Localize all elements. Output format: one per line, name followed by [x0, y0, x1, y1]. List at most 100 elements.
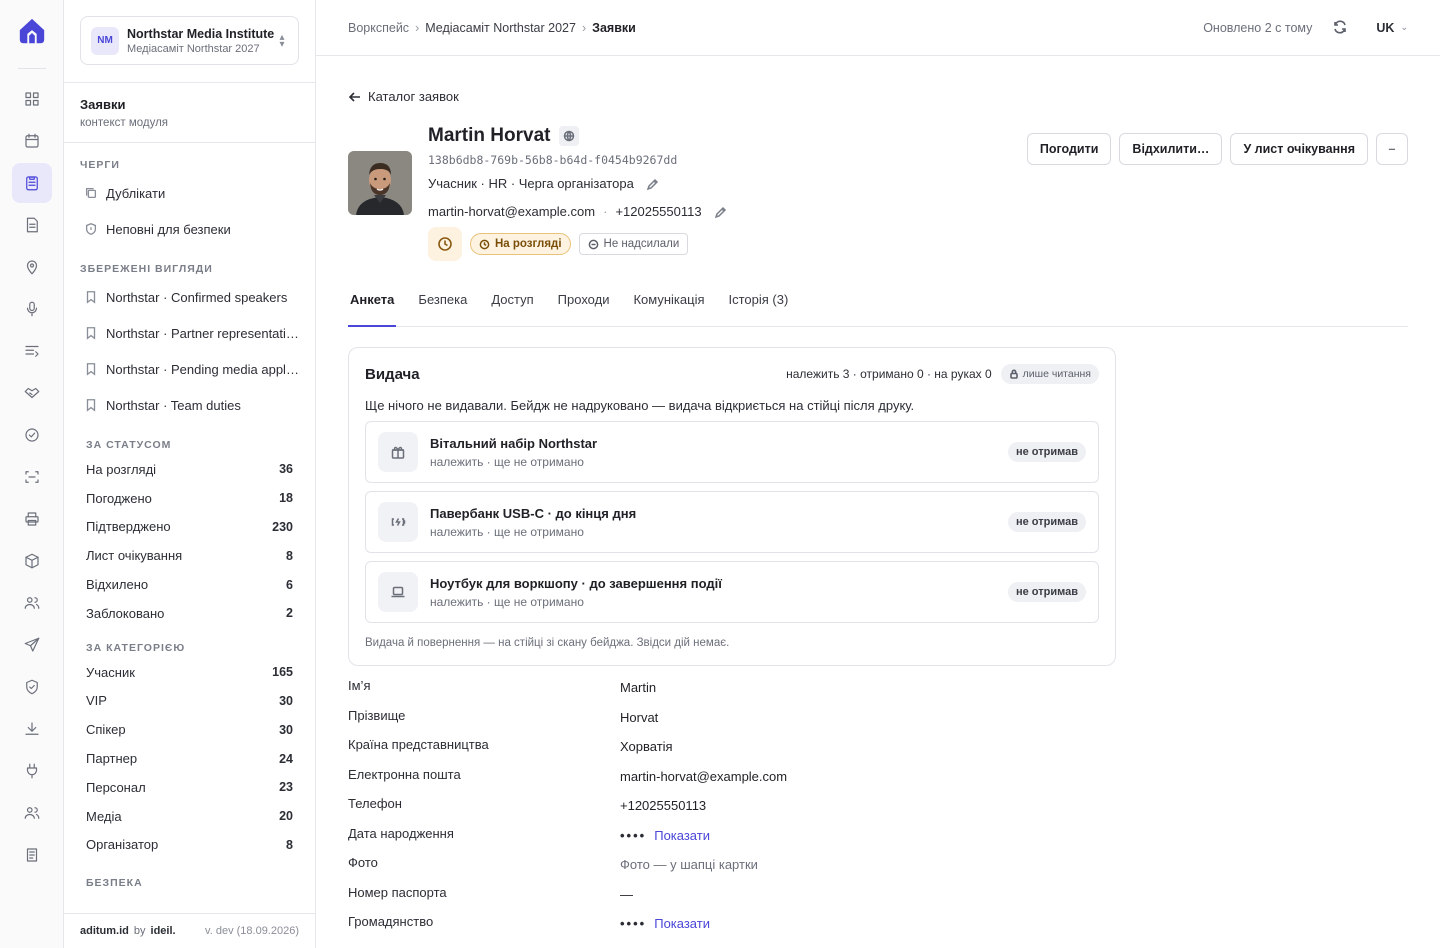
- application-detail: Каталог заявок Martin Horvat 138b6db8-76…: [316, 56, 1440, 948]
- category-filter-item[interactable]: Організатор 8: [80, 831, 299, 860]
- approve-button[interactable]: Погодити: [1026, 133, 1112, 165]
- handshake-icon[interactable]: [12, 373, 52, 413]
- saved-view-item[interactable]: Northstar · Team duties: [80, 387, 299, 423]
- queue-duplicates[interactable]: Дублікати: [80, 175, 299, 211]
- workspace-event: Медіасаміт Northstar 2027: [127, 42, 260, 55]
- guide-icon[interactable]: [12, 835, 52, 875]
- status-filter-item[interactable]: Заблоковано 2: [80, 599, 299, 628]
- tab-access[interactable]: Доступ: [489, 291, 535, 327]
- security-shield-icon[interactable]: [12, 667, 52, 707]
- status-filter-item[interactable]: Відхилено 6: [80, 570, 299, 599]
- clock-icon: [428, 227, 462, 261]
- reveal-link[interactable]: Показати: [654, 828, 710, 843]
- field-row: Ім’я Martin: [348, 678, 657, 695]
- edit-pencil-icon[interactable]: [646, 177, 660, 191]
- team-icon[interactable]: [12, 793, 52, 833]
- item-status-badge: не отримав: [1007, 582, 1086, 602]
- vendor-name: ideil.: [150, 925, 176, 937]
- brand-name: aditum.id: [80, 925, 129, 937]
- edit-pencil-icon[interactable]: [714, 205, 728, 219]
- saved-view-item[interactable]: Northstar · Pending media applications: [80, 351, 299, 387]
- field-row: Громадянство •••• Показати: [348, 914, 710, 931]
- calendar-icon[interactable]: [12, 121, 52, 161]
- package-icon[interactable]: [12, 541, 52, 581]
- applications-icon[interactable]: [11, 163, 52, 203]
- waitlist-button[interactable]: У лист очікування: [1230, 133, 1368, 165]
- module-title: Заявки: [80, 97, 126, 112]
- status-filter-item[interactable]: На розгляді 36: [80, 455, 299, 484]
- issuance-footnote: Видача й повернення — на стійці зі скану…: [365, 637, 730, 649]
- field-row: Телефон +12025550113: [348, 796, 707, 813]
- printer-icon[interactable]: [12, 499, 52, 539]
- send-icon[interactable]: [12, 625, 52, 665]
- document-icon[interactable]: [12, 205, 52, 245]
- field-row: Країна представництва Хорватія: [348, 737, 673, 754]
- minus-circle-icon: [588, 239, 598, 249]
- tab-communication[interactable]: Комунікація: [631, 291, 706, 327]
- icon-rail: [0, 0, 64, 948]
- issuance-description: Ще нічого не видавали. Бейдж не надруков…: [365, 398, 915, 413]
- tab-passes[interactable]: Проходи: [556, 291, 612, 327]
- field-row: Електронна пошта martin-horvat@example.co…: [348, 766, 788, 784]
- tab-security[interactable]: Безпека: [416, 291, 469, 327]
- queue-incomplete-security[interactable]: Неповні для безпеки: [80, 211, 299, 247]
- location-icon[interactable]: [12, 247, 52, 287]
- status-filter-item[interactable]: Лист очікування 8: [80, 541, 299, 570]
- sidebar-scroll[interactable]: ЧЕРГИ Дублікати Неповні для безпеки ЗБЕР…: [64, 143, 315, 913]
- category-filter-item[interactable]: Партнер 24: [80, 744, 299, 773]
- main-area: Воркспейс › Медіасаміт Northstar 2027 › …: [316, 0, 1440, 948]
- category-filter-item[interactable]: VIP 30: [80, 687, 299, 716]
- download-icon[interactable]: [12, 709, 52, 749]
- saved-view-item[interactable]: Northstar · Confirmed speakers: [80, 279, 299, 315]
- crumb-current: Заявки: [592, 20, 636, 35]
- field-row: Прізвище Horvat: [348, 707, 659, 725]
- saved-view-item[interactable]: Northstar · Partner representatives: [80, 315, 299, 351]
- reveal-link[interactable]: Показати: [654, 916, 710, 931]
- chevron-down-icon: ⌄: [1400, 22, 1408, 32]
- status-filter-item[interactable]: Погоджено 18: [80, 484, 299, 513]
- crumb-workspace[interactable]: Воркспейс: [348, 21, 409, 35]
- by-status-heading: ЗА СТАТУСОМ: [86, 439, 172, 451]
- plug-icon[interactable]: [12, 751, 52, 791]
- module-subtitle: контекст модуля: [80, 117, 169, 129]
- category-filter-item[interactable]: Спікер 30: [80, 715, 299, 744]
- reject-button[interactable]: Відхилити…: [1119, 133, 1223, 165]
- applicant-phone: +12025550113: [615, 204, 702, 219]
- detail-tabs: Анкета Безпека Доступ Проходи Комунікаці…: [348, 291, 1408, 327]
- saved-views-heading: ЗБЕРЕЖЕНІ ВИГЛЯДИ: [80, 263, 213, 275]
- applicant-header: Martin Horvat 138b6db8-769b-56b8-b64d-f0…: [348, 124, 1408, 261]
- refresh-icon[interactable]: [1332, 19, 1350, 37]
- tab-questionnaire[interactable]: Анкета: [348, 291, 397, 327]
- workspace-switcher[interactable]: NM Northstar Media Institute Медіасаміт …: [80, 16, 299, 65]
- category-filter-item[interactable]: Персонал 23: [80, 773, 299, 802]
- category-filter-item[interactable]: Учасник 165: [80, 658, 299, 687]
- field-row: Номер паспорта —: [348, 884, 633, 902]
- issuance-item: Вітальний набір Northstar належить · ще …: [365, 421, 1099, 483]
- tab-history[interactable]: Історія (3): [727, 291, 791, 327]
- check-circle-icon[interactable]: [12, 415, 52, 455]
- scan-icon[interactable]: [12, 457, 52, 497]
- battery-icon: [378, 502, 418, 542]
- language-select[interactable]: UK ⌄: [1376, 21, 1408, 35]
- microphone-icon[interactable]: [12, 289, 52, 329]
- status-badge: На розгляді: [470, 233, 571, 255]
- module-context: Заявки контекст модуля: [64, 82, 315, 143]
- app-logo-icon[interactable]: [14, 14, 50, 50]
- crumb-event[interactable]: Медіасаміт Northstar 2027: [425, 21, 576, 35]
- workspace-name: Northstar Media Institute: [127, 26, 275, 41]
- back-link[interactable]: Каталог заявок: [348, 89, 1408, 104]
- copy-icon: [84, 186, 98, 200]
- category-filter-item[interactable]: Медіа 20: [80, 802, 299, 831]
- applicant-role: Учасник · HR · Черга організатора: [428, 176, 634, 191]
- shield-icon: [84, 222, 98, 236]
- bookmark-icon: [84, 362, 98, 376]
- module-sidebar: NM Northstar Media Institute Медіасаміт …: [64, 0, 316, 948]
- more-actions-button[interactable]: –: [1376, 133, 1408, 165]
- agenda-icon[interactable]: [12, 331, 52, 371]
- dashboard-icon[interactable]: [12, 79, 52, 119]
- status-filter-item[interactable]: Підтверджено 230: [80, 513, 299, 542]
- globe-icon[interactable]: [559, 126, 580, 146]
- users-icon[interactable]: [12, 583, 52, 623]
- readonly-badge: лише читання: [1000, 364, 1099, 384]
- issuance-title: Видача: [365, 365, 420, 383]
